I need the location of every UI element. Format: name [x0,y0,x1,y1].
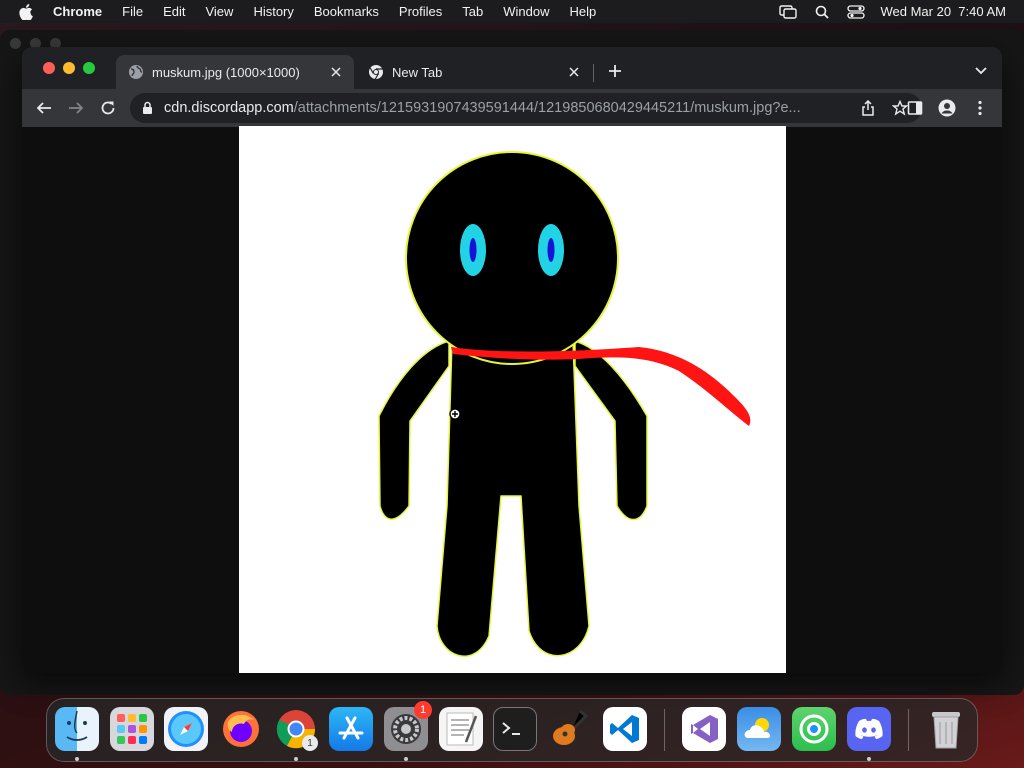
dock-separator [664,709,665,751]
chrome-window-count: 1 [302,735,318,751]
menu-view[interactable]: View [205,4,233,19]
url-host: cdn.discordapp.com [164,100,294,116]
app-store-icon[interactable] [329,707,373,751]
tab-strip: muskum.jpg (1000×1000) New Tab [22,47,1002,89]
more-menu-icon[interactable] [970,98,990,118]
tab-title: New Tab [392,64,443,80]
menu-bookmarks[interactable]: Bookmarks [314,4,379,19]
garageband-icon[interactable] [547,707,591,751]
menu-help[interactable]: Help [570,4,597,19]
menu-clock[interactable]: Wed Mar 20 7:40 AM [881,4,1007,19]
cursor-crosshair-icon [449,407,461,425]
chevron-down-icon[interactable] [971,61,991,81]
minimize-window-button[interactable] [63,62,75,74]
dock-separator [908,709,909,751]
stick-figure [378,151,751,657]
chrome-icon [368,64,384,80]
tab-muskum[interactable]: muskum.jpg (1000×1000) [116,55,354,89]
url-path: /attachments/1215931907439591444/1219850… [293,100,801,116]
muskum-image[interactable] [239,126,786,673]
bg-window-dot [10,38,21,49]
dock: 1 1 [46,698,978,762]
chrome-window: muskum.jpg (1000×1000) New Tab cdn.disco… [22,47,1002,673]
visual-studio-icon[interactable] [682,707,726,751]
tab-new-tab[interactable]: New Tab [356,55,592,89]
running-indicator [404,757,408,761]
menu-app-name[interactable]: Chrome [53,4,102,19]
close-tab-icon[interactable] [328,64,344,80]
running-indicator [294,757,298,761]
share-icon[interactable] [858,98,878,118]
notification-badge: 1 [414,701,432,719]
weather-icon[interactable] [737,707,781,751]
finder-icon[interactable] [55,707,99,751]
vscode-icon[interactable] [603,707,647,751]
tab-title: muskum.jpg (1000×1000) [152,64,300,80]
address-url[interactable]: cdn.discordapp.com/attachments/121593190… [164,100,858,116]
back-arrow-icon[interactable] [34,98,54,118]
menu-edit[interactable]: Edit [163,4,185,19]
control-center-icon[interactable] [846,4,865,19]
new-tab-button[interactable] [605,61,625,81]
running-indicator [867,757,871,761]
discord-icon[interactable] [847,707,891,751]
lock-icon[interactable] [142,101,156,115]
running-indicator [75,757,79,761]
apple-icon[interactable] [19,3,35,20]
page-content [22,126,1002,673]
globe-icon [128,64,144,80]
safari-icon[interactable] [164,707,208,751]
system-settings-icon[interactable]: 1 [384,701,432,751]
browser-toolbar: cdn.discordapp.com/attachments/121593190… [22,89,1002,127]
tab-separator [593,64,594,82]
menu-history[interactable]: History [253,4,293,19]
search-icon[interactable] [813,5,831,19]
menu-profiles[interactable]: Profiles [399,4,442,19]
reload-icon[interactable] [98,98,118,118]
address-bar[interactable]: cdn.discordapp.com/attachments/121593190… [130,93,922,123]
side-panel-icon[interactable] [905,98,925,118]
menu-tab[interactable]: Tab [462,4,483,19]
terminal-icon[interactable] [493,707,537,751]
menu-bar: Chrome File Edit View History Bookmarks … [0,0,1024,23]
close-window-button[interactable] [43,62,55,74]
menu-file[interactable]: File [122,4,143,19]
find-my-icon[interactable] [792,707,836,751]
launchpad-icon[interactable] [110,707,154,751]
textedit-icon[interactable] [439,707,483,751]
screen-mirroring-icon[interactable] [778,4,797,19]
profile-avatar-icon[interactable] [937,98,957,118]
close-tab-icon[interactable] [566,64,582,80]
firefox-icon[interactable] [219,707,263,751]
menu-window[interactable]: Window [503,4,549,19]
forward-arrow-icon[interactable] [66,98,86,118]
chrome-app-icon[interactable]: 1 [274,707,318,751]
trash-icon[interactable] [924,707,968,751]
zoom-window-button[interactable] [83,62,95,74]
